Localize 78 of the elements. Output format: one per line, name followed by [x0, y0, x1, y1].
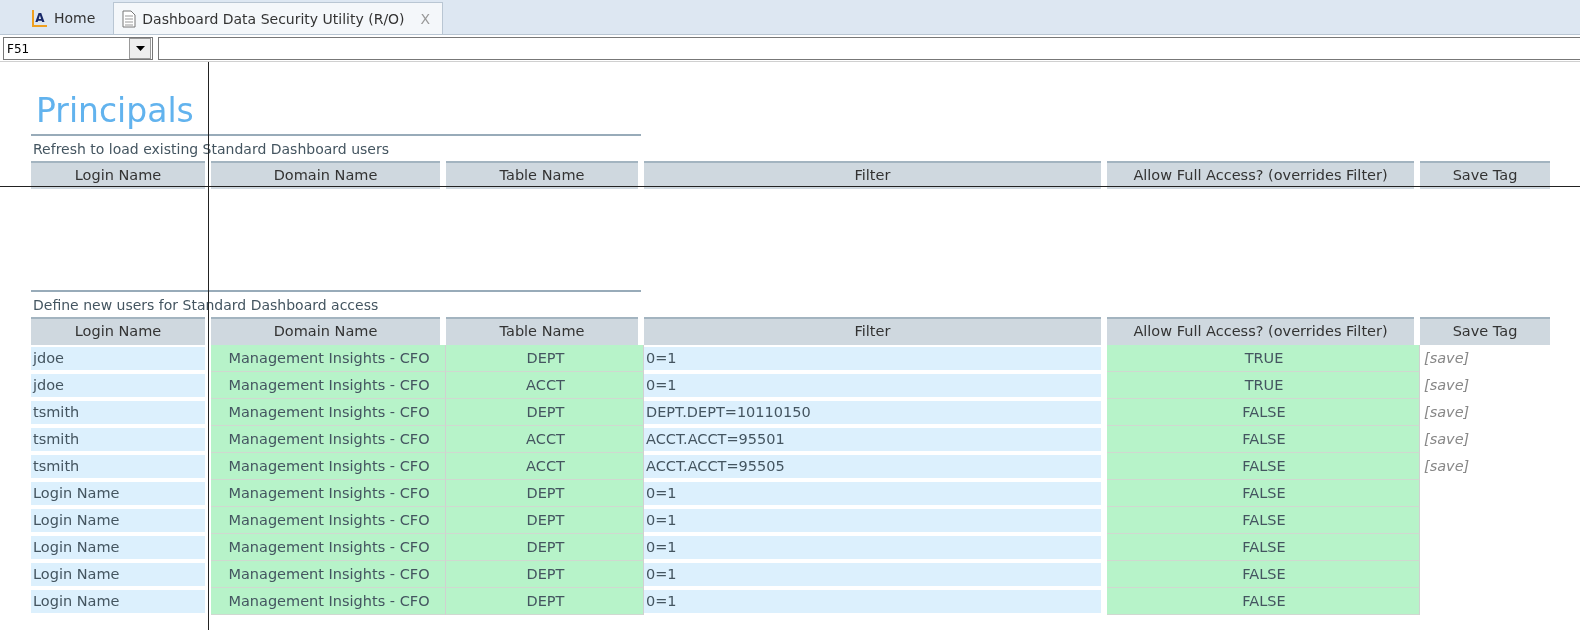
column-header: Domain Name	[211, 161, 440, 189]
table-cell: DEPT	[446, 480, 644, 507]
close-button[interactable]: X	[420, 10, 431, 27]
save-link[interactable]: [save]	[1420, 347, 1556, 370]
table-cell: Management Insights - CFO	[211, 345, 446, 372]
table-cell: Management Insights - CFO	[211, 426, 446, 453]
table-cell: jdoe	[31, 374, 205, 397]
table-cell: Management Insights - CFO	[211, 588, 446, 615]
table-cell: 0=1	[644, 590, 1101, 613]
column-header: Table Name	[446, 161, 638, 189]
table-cell: Management Insights - CFO	[211, 561, 446, 588]
table-cell: Management Insights - CFO	[211, 453, 446, 480]
table-cell: Login Name	[31, 536, 205, 559]
column-header: Save Tag	[1420, 161, 1550, 189]
table-cell: tsmith	[31, 455, 205, 478]
table-cell: Login Name	[31, 509, 205, 532]
table-cell: tsmith	[31, 428, 205, 451]
table-cell: tsmith	[31, 401, 205, 424]
table-cell: Management Insights - CFO	[211, 372, 446, 399]
table-cell: DEPT	[446, 345, 644, 372]
save-link[interactable]: [save]	[1420, 455, 1556, 478]
document-icon	[122, 9, 137, 28]
table-cell: 0=1	[644, 563, 1101, 586]
table-cell: Management Insights - CFO	[211, 534, 446, 561]
table-cell: Management Insights - CFO	[211, 399, 446, 426]
column-header: Save Tag	[1420, 317, 1550, 345]
table-cell: Login Name	[31, 482, 205, 505]
table-cell: FALSE	[1107, 426, 1420, 453]
table-cell: FALSE	[1107, 453, 1420, 480]
column-header: Allow Full Access? (overrides Filter)	[1107, 161, 1414, 189]
table-cell: DEPT	[446, 561, 644, 588]
table-cell: 0=1	[644, 536, 1101, 559]
caret-icon	[135, 46, 145, 51]
table-cell: ACCT	[446, 453, 644, 480]
table-cell: DEPT	[446, 534, 644, 561]
table-cell: FALSE	[1107, 399, 1420, 426]
save-link[interactable]: [save]	[1420, 428, 1556, 451]
column-header: Login Name	[31, 317, 205, 345]
table-cell: Login Name	[31, 563, 205, 586]
table-cell: DEPT	[446, 399, 644, 426]
formula-field[interactable]	[158, 37, 1580, 60]
tab-label: Home	[54, 10, 96, 26]
column-header: Domain Name	[211, 317, 440, 345]
table-cell: ACCT	[446, 426, 644, 453]
name-box[interactable]: F51	[3, 37, 153, 60]
table-cell: DEPT	[446, 588, 644, 615]
column-header: Allow Full Access? (overrides Filter)	[1107, 317, 1414, 345]
table-cell: DEPT	[446, 507, 644, 534]
table-cell: FALSE	[1107, 588, 1420, 615]
tab[interactable]: Dashboard Data Security Utility (R/O) X	[113, 2, 444, 34]
tab[interactable]: A Home	[22, 2, 106, 34]
table-cell: FALSE	[1107, 480, 1420, 507]
save-link[interactable]: [save]	[1420, 401, 1556, 424]
table-cell: DEPT.DEPT=10110150	[644, 401, 1101, 424]
table-cell: 0=1	[644, 374, 1101, 397]
table-cell: 0=1	[644, 509, 1101, 532]
table-cell: ACCT	[446, 372, 644, 399]
table-cell: ACCT.ACCT=95501	[644, 428, 1101, 451]
table-cell: FALSE	[1107, 561, 1420, 588]
table-cell: Management Insights - CFO	[211, 480, 446, 507]
table-cell: 0=1	[644, 347, 1101, 370]
table-cell: TRUE	[1107, 372, 1420, 399]
save-link[interactable]: [save]	[1420, 374, 1556, 397]
table-cell: Management Insights - CFO	[211, 507, 446, 534]
table-cell: FALSE	[1107, 507, 1420, 534]
column-header: Filter	[644, 317, 1101, 345]
column-header: Login Name	[31, 161, 205, 189]
sheet-title: Principals	[31, 62, 641, 136]
table-cell: ACCT.ACCT=95505	[644, 455, 1101, 478]
table-cell: FALSE	[1107, 534, 1420, 561]
tab-label: Dashboard Data Security Utility (R/O)	[142, 10, 405, 27]
table-cell: jdoe	[31, 347, 205, 370]
column-header: Table Name	[446, 317, 638, 345]
column-header: Filter	[644, 161, 1101, 189]
table-cell: TRUE	[1107, 345, 1420, 372]
dropdown-button[interactable]	[129, 38, 151, 59]
table-cell: Login Name	[31, 590, 205, 613]
table-cell: 0=1	[644, 482, 1101, 505]
